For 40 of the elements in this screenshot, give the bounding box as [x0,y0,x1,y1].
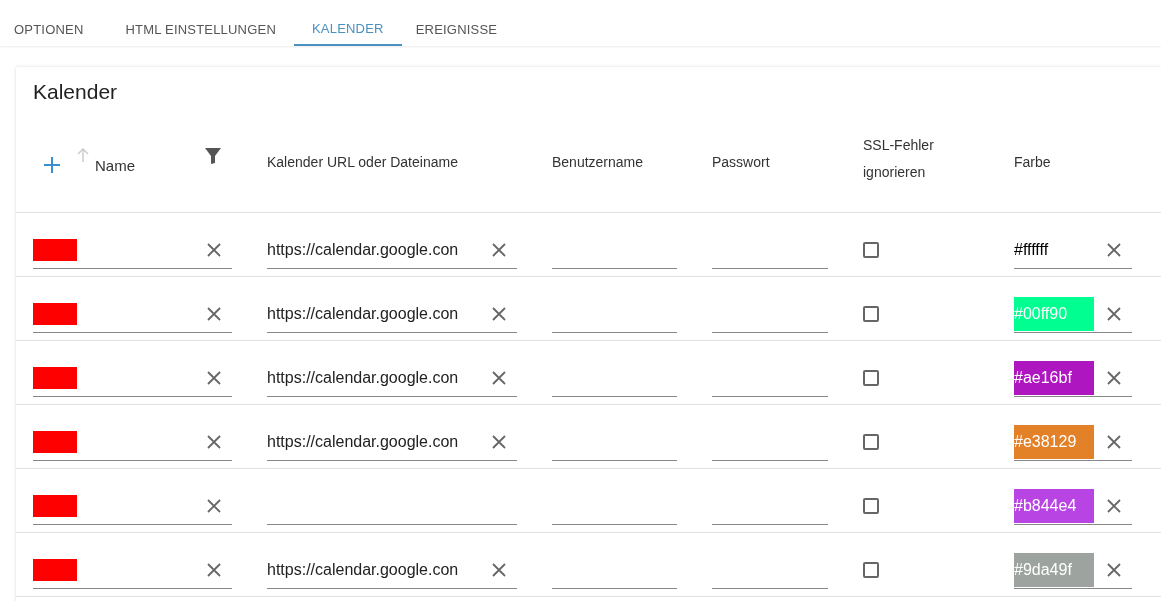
url-field[interactable]: https://calendar.google.con [267,296,517,333]
clear-icon[interactable] [207,563,221,577]
column-header: Kalender URL oder Dateiname [267,154,459,170]
column-header: Farbe [1014,154,1052,170]
url-field[interactable]: https://calendar.google.con [267,552,517,589]
tab[interactable]: HTML EINSTELLUNGEN [101,0,294,46]
tab[interactable]: OPTIONEN [0,0,102,46]
tab[interactable]: EREIGNISSE [401,0,516,46]
clear-icon[interactable] [1107,499,1121,513]
clear-icon[interactable] [492,435,506,449]
clear-icon[interactable] [492,563,506,577]
card-title: Kalender [32,79,119,105]
checkbox[interactable] [863,369,879,386]
checkbox[interactable] [863,497,879,514]
clear-icon[interactable] [207,435,221,449]
column-header: Name [95,157,135,174]
column-header: Passwort [712,154,771,170]
clear-icon[interactable] [492,307,506,321]
clear-icon[interactable] [1107,371,1121,385]
clear-icon[interactable] [492,243,506,257]
checkbox[interactable] [863,305,879,322]
clear-icon[interactable] [207,499,221,513]
checkbox[interactable] [863,241,879,258]
clear-icon[interactable] [207,307,221,321]
url-field[interactable]: https://calendar.google.con [267,360,517,397]
add-icon[interactable] [43,156,61,174]
filter-icon[interactable] [204,147,222,165]
clear-icon[interactable] [207,371,221,385]
checkbox[interactable] [863,433,879,450]
clear-icon[interactable] [207,243,221,257]
clear-icon[interactable] [492,371,506,385]
url-field[interactable]: https://calendar.google.con [267,424,517,461]
checkbox[interactable] [863,561,879,578]
clear-icon[interactable] [1107,243,1121,257]
column-header: SSL-Fehler ignorieren [863,136,935,182]
clear-icon[interactable] [1107,563,1121,577]
url-field[interactable]: https://calendar.google.con [267,232,517,269]
clear-icon[interactable] [1107,435,1121,449]
column-header: Benutzername [552,154,645,170]
clear-icon[interactable] [1107,307,1121,321]
